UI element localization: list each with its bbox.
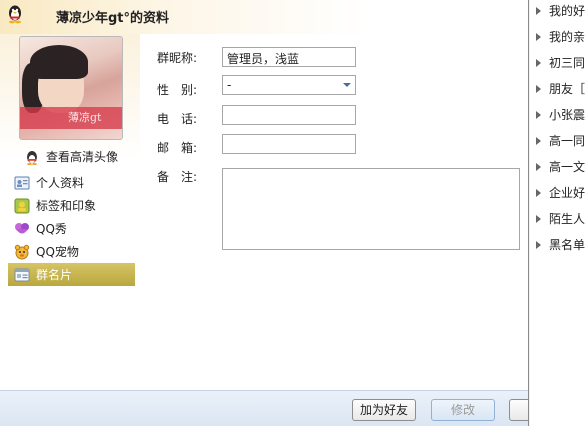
- friend-list-panel: 我的好 我的亲 初三同 朋友［ 小张震 高一同 高一文 企业好 陌生人 黑名单: [530, 0, 585, 426]
- modify-button[interactable]: 修改: [431, 399, 495, 421]
- profile-card-icon: [14, 176, 30, 189]
- penguin-hd-icon: [27, 150, 37, 165]
- email-field[interactable]: [222, 134, 356, 154]
- profile-nav: 个人资料 标签和印象 QQ秀 QQ宠物 群名片: [8, 171, 135, 286]
- phone-label: 电 话:: [157, 112, 198, 126]
- bottom-button-bar: 加为好友 修改: [0, 390, 528, 426]
- friend-group[interactable]: 我的好: [530, 0, 585, 26]
- friend-group[interactable]: 我的亲: [530, 26, 585, 52]
- friend-group[interactable]: 小张震: [530, 104, 585, 130]
- friend-group[interactable]: 初三同: [530, 52, 585, 78]
- avatar-caption: 薄凉gt: [68, 111, 102, 124]
- nav-item-tags-impressions[interactable]: 标签和印象: [8, 194, 135, 217]
- nav-label: QQ宠物: [36, 245, 79, 259]
- title-bar[interactable]: 薄凉少年gt°的资料: [0, 0, 528, 34]
- friend-group[interactable]: 高一同: [530, 130, 585, 156]
- email-label: 邮 箱:: [157, 141, 198, 155]
- nav-label: 个人资料: [36, 176, 85, 190]
- nav-label: 标签和印象: [36, 199, 97, 213]
- nav-item-qq-show[interactable]: QQ秀: [8, 217, 135, 240]
- tag-portrait-icon: [14, 198, 30, 213]
- friend-group[interactable]: 黑名单: [530, 234, 585, 260]
- chevron-down-icon[interactable]: [343, 83, 351, 87]
- avatar[interactable]: 薄凉gt: [19, 36, 123, 140]
- nav-item-qq-pet[interactable]: QQ宠物: [8, 240, 135, 263]
- friend-group[interactable]: 朋友［: [530, 78, 585, 104]
- gender-select[interactable]: -: [222, 75, 356, 95]
- nickname-label: 群昵称:: [157, 51, 198, 65]
- phone-field[interactable]: [222, 105, 356, 125]
- add-friend-button[interactable]: 加为好友: [352, 399, 416, 421]
- qq-pet-icon: [14, 244, 30, 259]
- remark-textarea[interactable]: [222, 168, 520, 250]
- friend-group[interactable]: 陌生人: [530, 208, 585, 234]
- view-hd-avatar-link[interactable]: 查看高清头像: [24, 148, 118, 165]
- gender-label: 性 别:: [157, 83, 198, 97]
- gender-value: -: [227, 78, 232, 92]
- nav-label: 群名片: [36, 268, 73, 282]
- nav-item-group-card[interactable]: 群名片: [8, 263, 135, 286]
- qq-show-icon: [15, 222, 29, 233]
- group-card-icon: [14, 268, 30, 281]
- qq-penguin-icon: [9, 5, 21, 24]
- friend-group[interactable]: 高一文: [530, 156, 585, 182]
- nav-label: QQ秀: [36, 222, 67, 236]
- view-hd-avatar-label: 查看高清头像: [46, 150, 119, 164]
- group-card-form: 群昵称: 管理员，浅蓝 性 别: - 电 话: 邮 箱: 备 注:: [140, 34, 528, 390]
- window-title: 薄凉少年gt°的资料: [56, 11, 170, 26]
- profile-sidebar: 薄凉gt 查看高清头像 个人资料 标签和印象 QQ秀 QQ宠物 群名片: [0, 34, 140, 390]
- nickname-field[interactable]: 管理员，浅蓝: [222, 47, 356, 67]
- friend-group[interactable]: 企业好: [530, 182, 585, 208]
- remark-label: 备 注:: [157, 170, 198, 184]
- nav-item-personal-info[interactable]: 个人资料: [8, 171, 135, 194]
- close-button-partial[interactable]: [509, 399, 528, 421]
- profile-window: 薄凉少年gt°的资料 薄凉gt 查看高清头像 个人资料 标签和印象 QQ秀 QQ…: [0, 0, 529, 426]
